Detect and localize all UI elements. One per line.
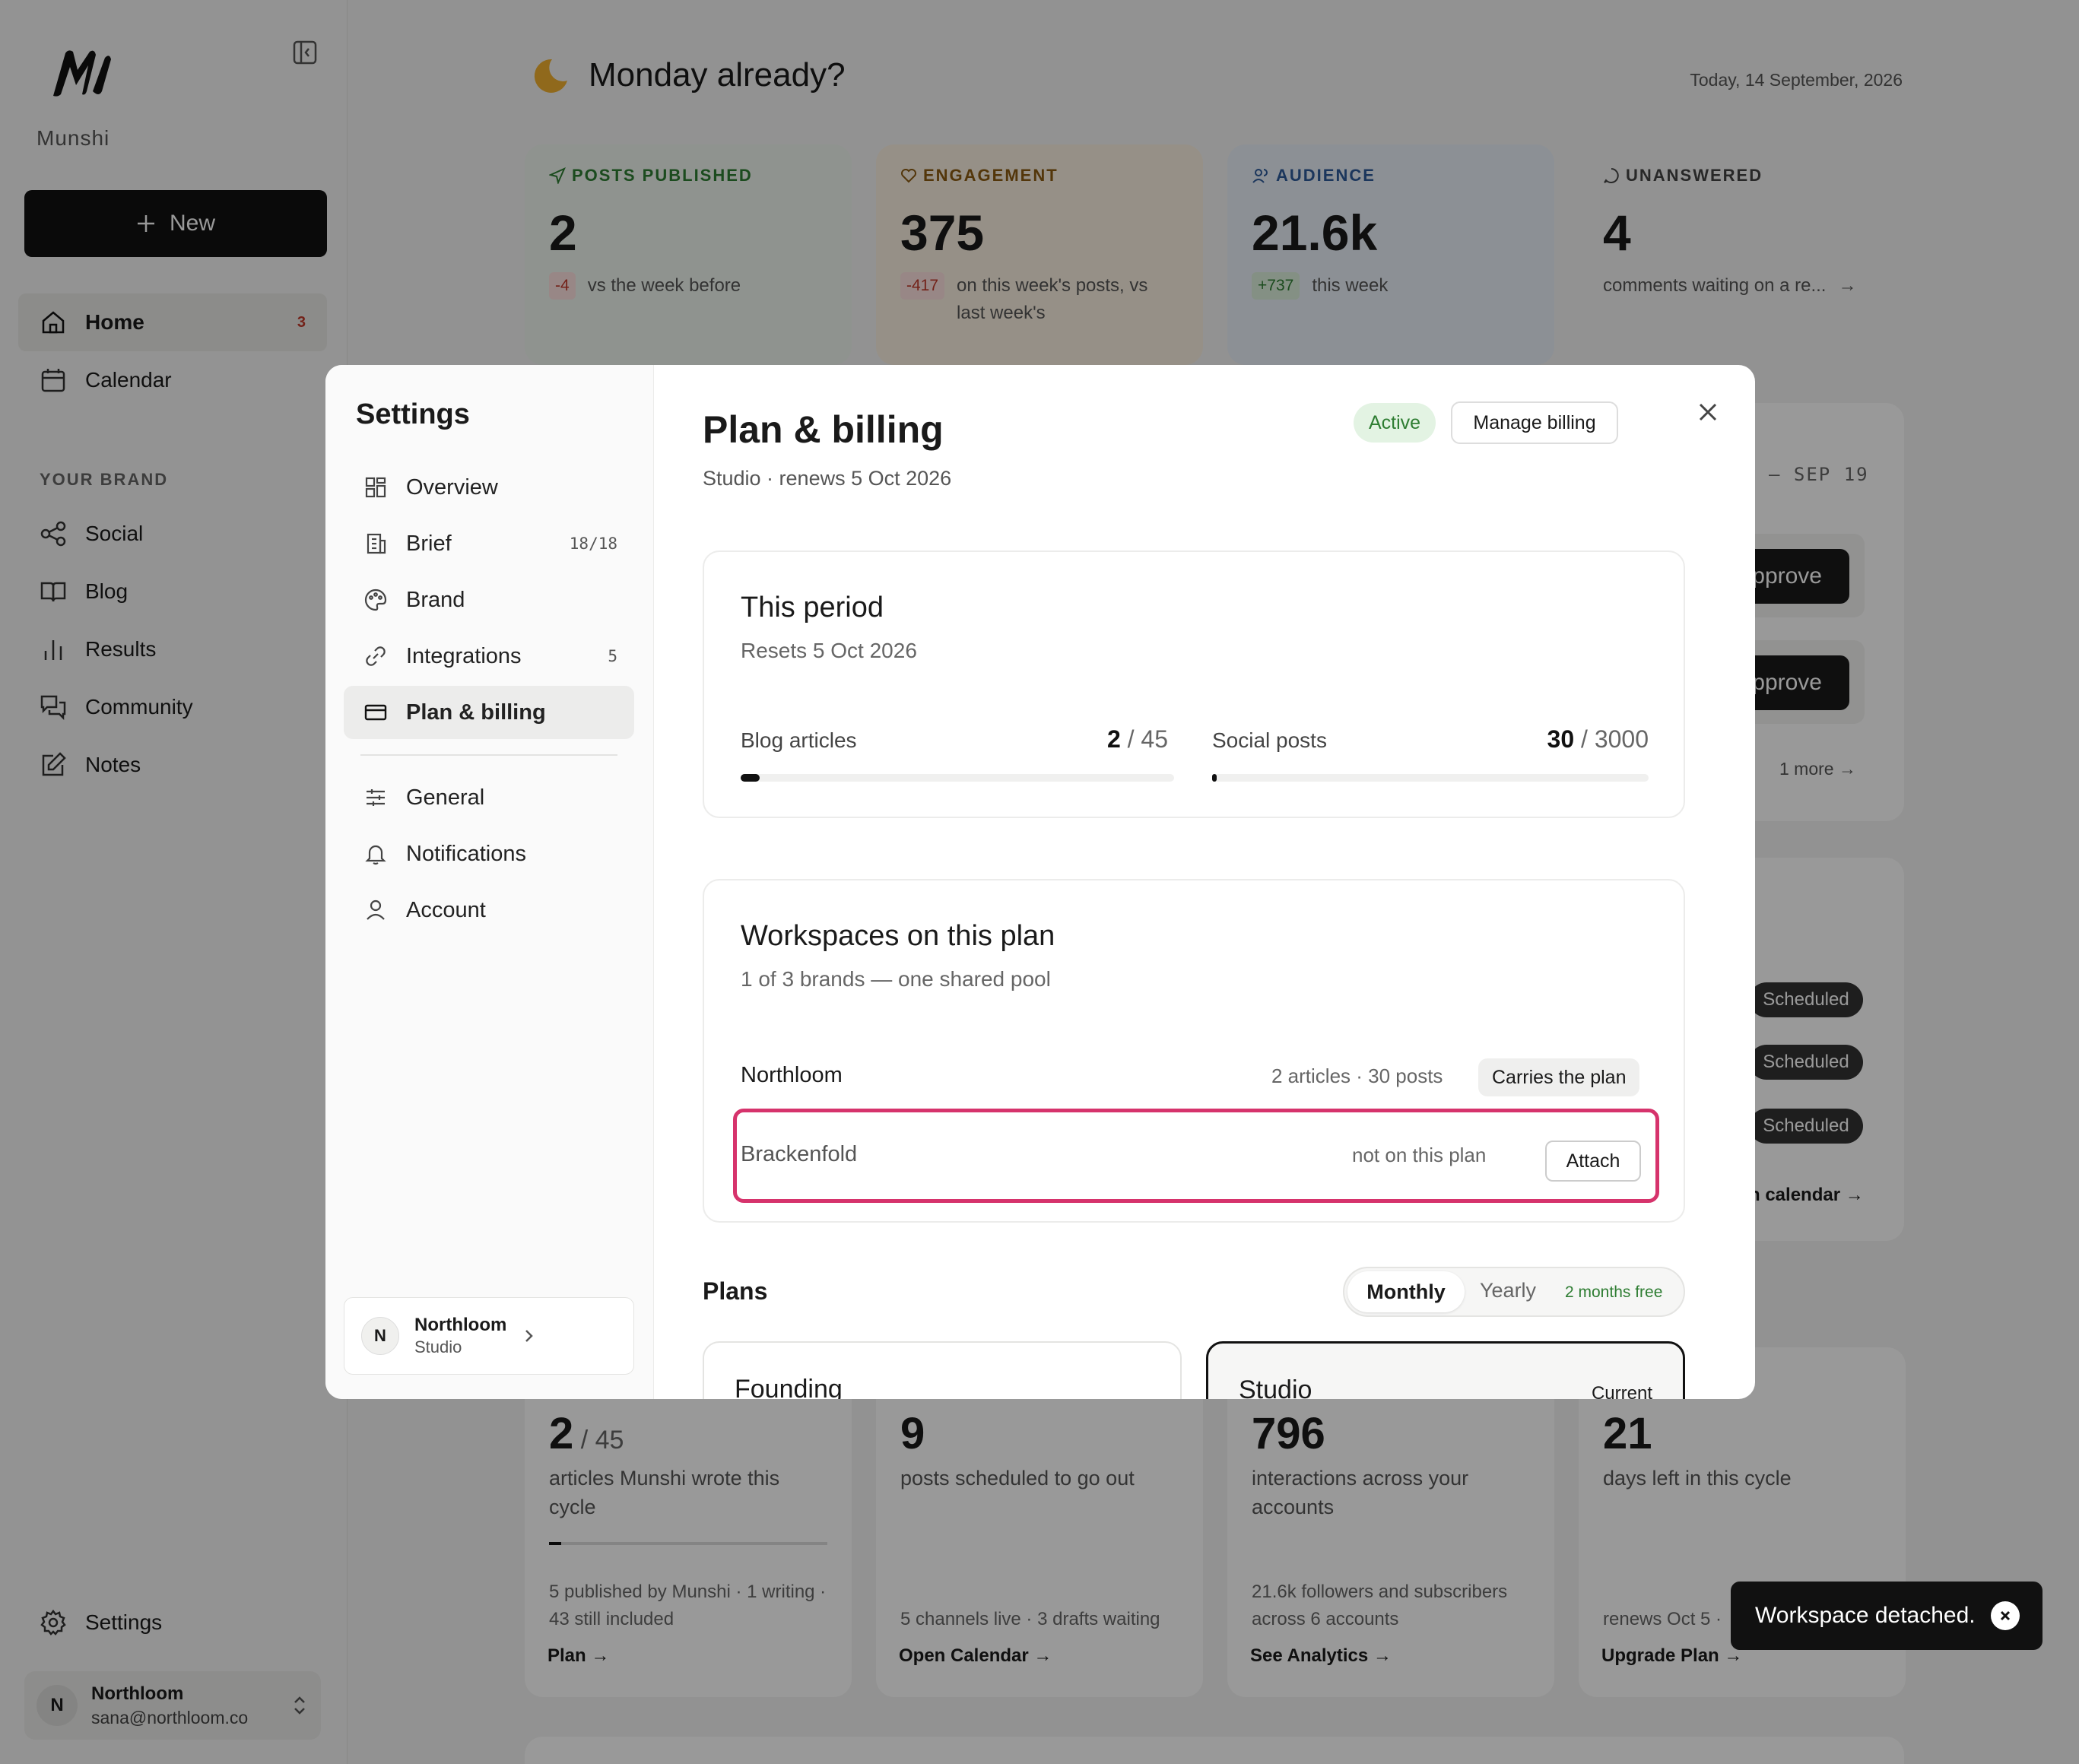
plans-title: Plans — [703, 1277, 768, 1305]
workspace-row-meta: 2 articles · 30 posts — [1271, 1064, 1443, 1087]
yearly-discount-note: 2 months free — [1565, 1283, 1663, 1301]
attach-button[interactable]: Attach — [1545, 1141, 1641, 1182]
nav-divider — [360, 754, 617, 756]
usage-label-blog: Blog articles — [741, 728, 857, 752]
workspace-plan: Studio — [414, 1337, 462, 1356]
settings-nav-label: Notifications — [406, 841, 526, 866]
current-plan-tag: Current — [1591, 1383, 1652, 1399]
carries-plan-tag: Carries the plan — [1478, 1058, 1640, 1096]
chevron-right-icon — [525, 1330, 534, 1342]
settings-nav-label: Integrations — [406, 643, 522, 668]
highlighted-workspace-row — [733, 1109, 1659, 1203]
settings-nav-label: Account — [406, 897, 486, 922]
workspace-switcher[interactable]: N Northloom Studio — [344, 1297, 634, 1375]
settings-nav: Settings Overview Brief 18/18 Brand Inte… — [325, 365, 654, 1399]
plan-card-founding[interactable]: Founding — [703, 1341, 1182, 1399]
user-icon — [367, 899, 385, 920]
workspace-row-name: Northloom — [741, 1063, 843, 1087]
settings-nav-overview[interactable]: Overview — [344, 461, 634, 514]
this-period-panel: This period Resets 5 Oct 2026 Blog artic… — [703, 550, 1685, 818]
settings-nav-label: General — [406, 785, 485, 810]
toast-message: Workspace detached. — [1755, 1603, 1976, 1628]
usage-label-social: Social posts — [1212, 728, 1327, 752]
close-icon — [2000, 1610, 2011, 1621]
workspace-row-meta: not on this plan — [1352, 1144, 1487, 1166]
blog-usage-bar — [741, 774, 1174, 782]
palette-icon — [364, 589, 387, 611]
settings-nav-account[interactable]: Account — [344, 884, 634, 937]
settings-nav-integrations[interactable]: Integrations 5 — [344, 630, 634, 683]
settings-nav-general[interactable]: General — [344, 771, 634, 824]
settings-nav-label: Brief — [406, 531, 452, 556]
settings-nav-label: Overview — [406, 474, 498, 500]
plan-billing-panel: Plan & billing Studio · renews 5 Oct 202… — [654, 365, 1755, 1399]
bell-icon — [365, 845, 386, 865]
usage-count-social: 30 / 3000 — [1547, 725, 1649, 753]
social-usage-bar — [1212, 774, 1649, 782]
settings-nav-brand[interactable]: Brand — [344, 573, 634, 627]
panel-title: This period — [741, 592, 884, 623]
yearly-option[interactable]: Yearly — [1480, 1279, 1536, 1302]
settings-nav-plan-billing[interactable]: Plan & billing — [344, 686, 634, 739]
link-icon — [366, 646, 386, 666]
status-badge: Active — [1354, 403, 1436, 443]
panel-subtitle: 1 of 3 brands — one shared pool — [741, 967, 1051, 991]
settings-nav-label: Plan & billing — [406, 700, 546, 725]
plan-card-studio[interactable]: Studio Current — [1206, 1341, 1685, 1399]
manage-billing-button[interactable]: Manage billing — [1451, 401, 1618, 444]
brief-count: 18/18 — [569, 535, 617, 553]
close-icon[interactable] — [1694, 398, 1722, 426]
grid-icon — [365, 477, 386, 498]
workspaces-panel: Workspaces on this plan 1 of 3 brands — … — [703, 879, 1685, 1223]
workspace-name: Northloom — [414, 1315, 507, 1335]
plan-subtitle: Studio · renews 5 Oct 2026 — [703, 467, 952, 490]
credit-card-icon — [364, 704, 387, 721]
avatar: N — [361, 1317, 399, 1355]
toast-close-button[interactable] — [1991, 1601, 2020, 1630]
settings-modal: Settings Overview Brief 18/18 Brand Inte… — [325, 365, 1755, 1399]
toast-notification: Workspace detached. — [1731, 1582, 2042, 1650]
usage-count-blog: 2 / 45 — [1106, 725, 1168, 753]
building-icon — [367, 533, 386, 554]
page-title: Plan & billing — [703, 408, 944, 451]
workspace-row-name: Brackenfold — [741, 1142, 858, 1166]
settings-title: Settings — [356, 398, 470, 430]
settings-nav-notifications[interactable]: Notifications — [344, 827, 634, 880]
panel-subtitle: Resets 5 Oct 2026 — [741, 639, 917, 662]
settings-nav-brief[interactable]: Brief 18/18 — [344, 517, 634, 570]
settings-nav-label: Brand — [406, 587, 465, 612]
monthly-option[interactable]: Monthly — [1347, 1271, 1465, 1312]
panel-title: Workspaces on this plan — [741, 920, 1055, 952]
sliders-icon — [367, 789, 385, 806]
plan-name: Studio — [1239, 1375, 1312, 1399]
billing-period-toggle[interactable]: Monthly Yearly 2 months free — [1343, 1267, 1685, 1317]
integrations-count: 5 — [608, 647, 617, 665]
plan-name: Founding — [735, 1375, 843, 1399]
